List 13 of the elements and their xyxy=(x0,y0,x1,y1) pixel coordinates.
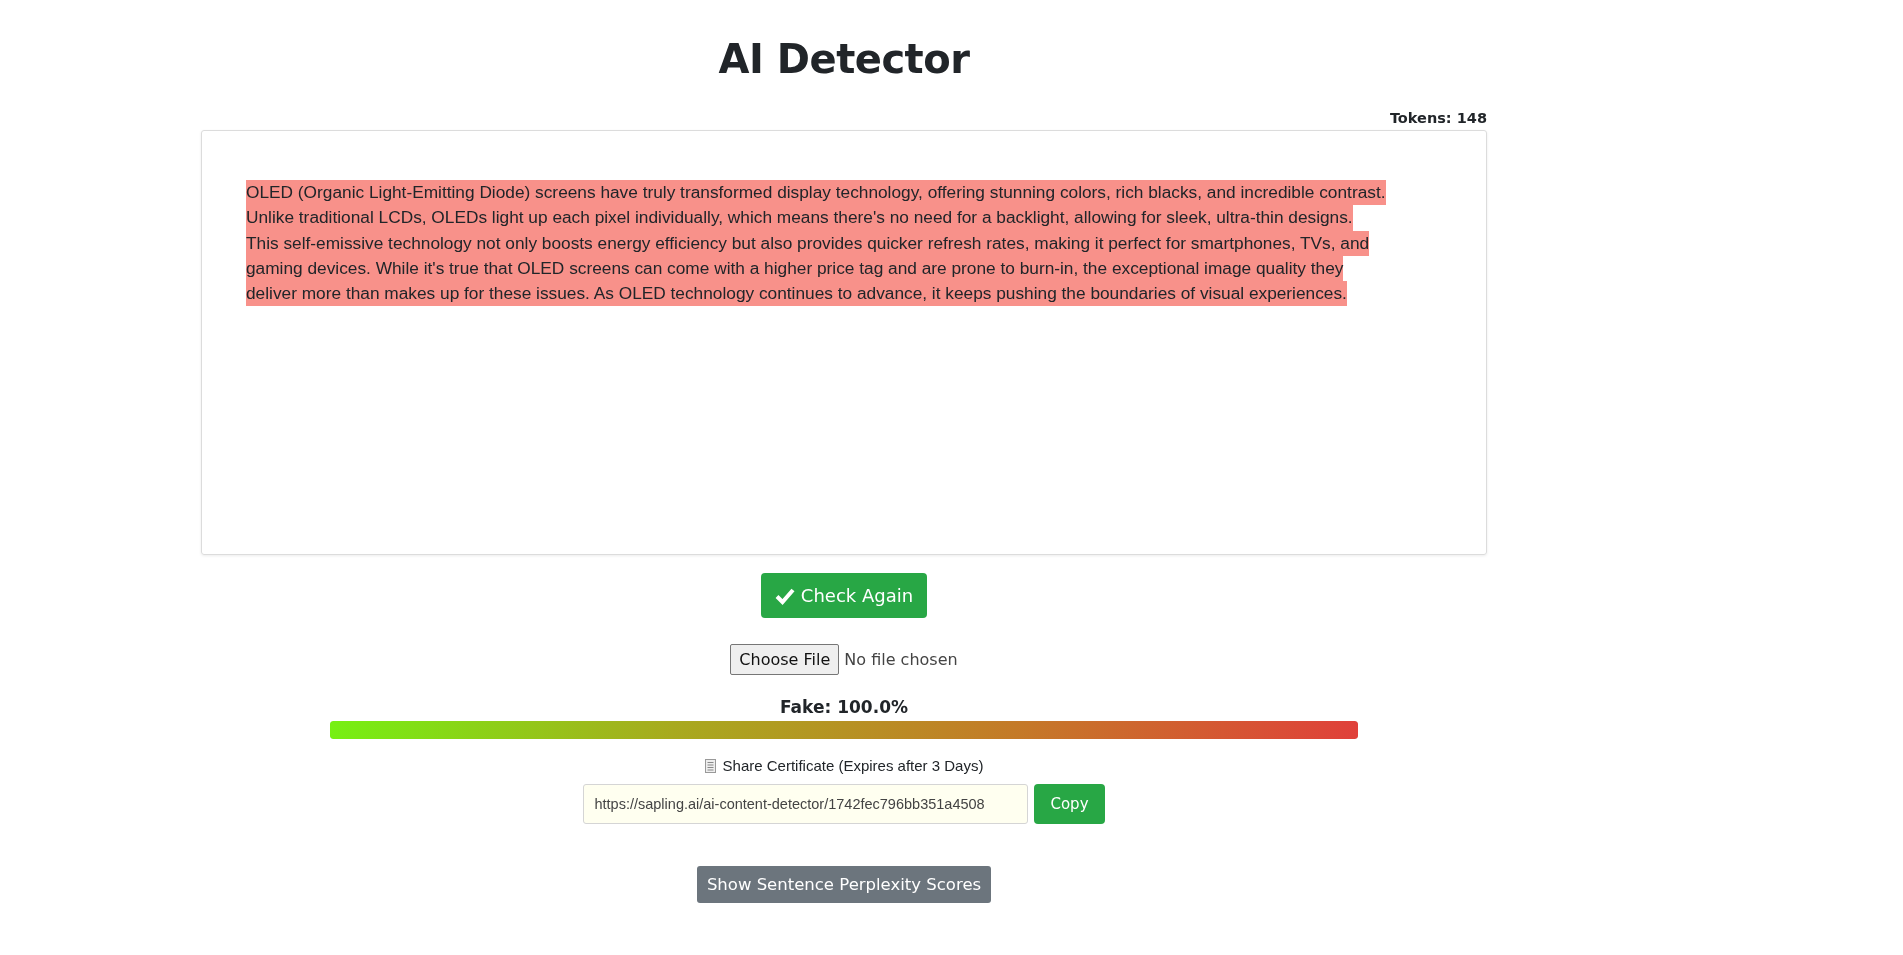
share-certificate-label: Share Certificate (Expires after 3 Days) xyxy=(722,757,984,774)
document-icon xyxy=(704,758,716,773)
choose-file-button[interactable]: Choose File xyxy=(730,644,840,675)
score-label: Fake: 100.0% xyxy=(780,697,908,717)
checkmark-icon xyxy=(774,586,795,605)
page-title: AI Detector xyxy=(718,36,970,82)
token-count: Tokens: 148 xyxy=(1389,110,1487,126)
check-again-button[interactable]: Check Again xyxy=(760,573,928,618)
text-editor[interactable] xyxy=(201,130,1487,555)
share-url-field[interactable]: https://sapling.ai/ai-content-detector/1742fec796bb351a4508 xyxy=(583,784,1029,824)
file-status: No file chosen xyxy=(844,650,958,669)
perplexity-scores-button[interactable]: Show Sentence Perplexity Scores xyxy=(696,866,992,903)
copy-button[interactable]: Copy xyxy=(1034,784,1105,824)
